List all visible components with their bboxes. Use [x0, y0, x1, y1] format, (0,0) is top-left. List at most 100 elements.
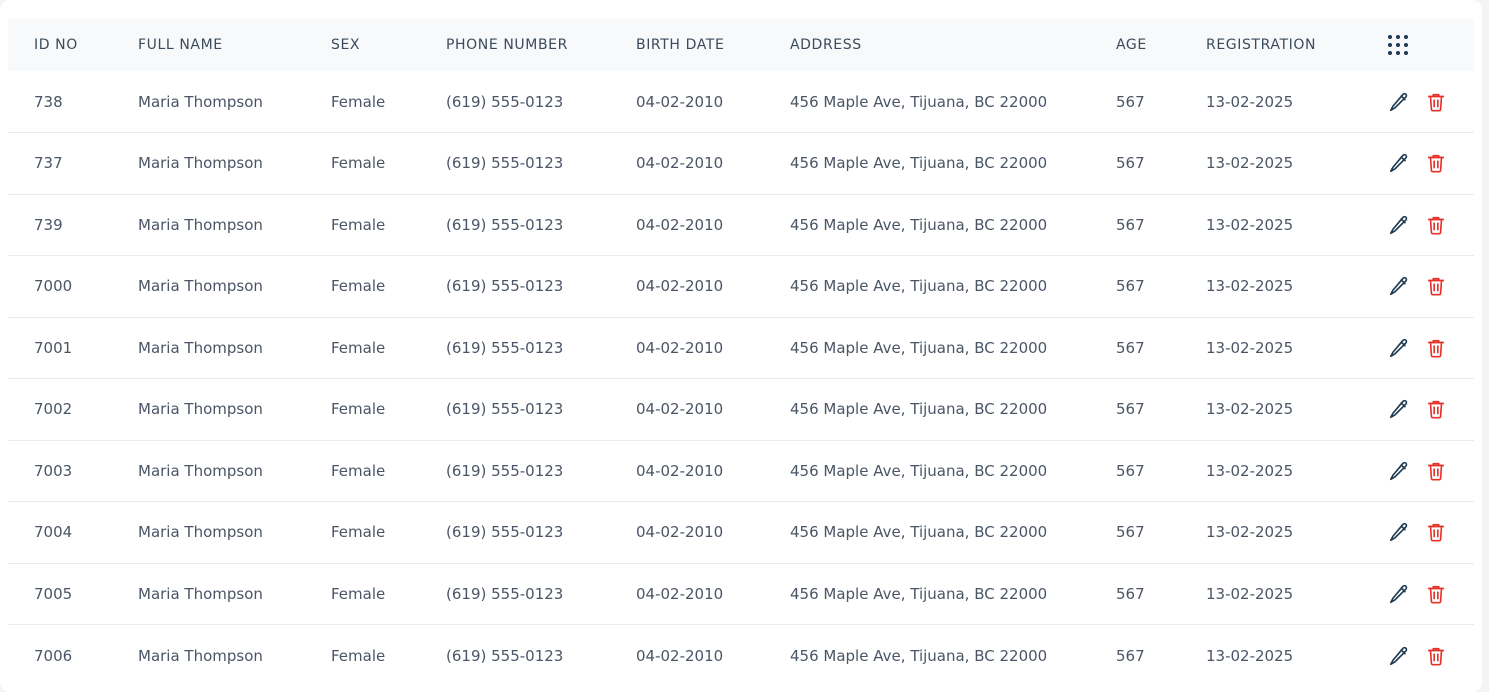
cell-sex: Female [331, 277, 386, 296]
cell-address: 456 Maple Ave, Tijuana, BC 22000 [790, 215, 1048, 234]
pencil-edit-icon[interactable] [1387, 213, 1411, 237]
table-row[interactable]: 7004 Maria Thompson Female (619) 555-012… [8, 502, 1474, 564]
cell-age: 567 [1116, 584, 1145, 603]
table-row[interactable]: 7000 Maria Thompson Female (619) 555-012… [8, 256, 1474, 318]
pencil-edit-icon[interactable] [1387, 520, 1411, 544]
cell-phone: (619) 555-0123 [446, 523, 564, 542]
trash-delete-icon[interactable] [1424, 213, 1448, 237]
cell-actions [1387, 440, 1474, 502]
cell-registration: 13-02-2025 [1206, 92, 1294, 111]
cell-full-name: Maria Thompson [138, 277, 263, 296]
cell-actions [1387, 256, 1474, 318]
cell-actions [1387, 379, 1474, 441]
cell-age: 567 [1116, 277, 1145, 296]
cell-registration: 13-02-2025 [1206, 338, 1294, 357]
cell-age: 567 [1116, 523, 1145, 542]
table-row[interactable]: 7005 Maria Thompson Female (619) 555-012… [8, 563, 1474, 625]
cell-actions [1387, 71, 1474, 133]
cell-address: 456 Maple Ave, Tijuana, BC 22000 [790, 584, 1048, 603]
cell-registration: 13-02-2025 [1206, 461, 1294, 480]
cell-phone: (619) 555-0123 [446, 277, 564, 296]
cell-id: 7006 [34, 646, 73, 665]
cell-id: 7003 [34, 461, 73, 480]
header-birth-date[interactable]: BIRTH DATE [636, 18, 790, 71]
header-registration[interactable]: REGISTRATION [1206, 18, 1387, 71]
pencil-edit-icon[interactable] [1387, 151, 1411, 175]
trash-delete-icon[interactable] [1424, 397, 1448, 421]
cell-address: 456 Maple Ave, Tijuana, BC 22000 [790, 338, 1048, 357]
cell-full-name: Maria Thompson [138, 154, 263, 173]
cell-full-name: Maria Thompson [138, 215, 263, 234]
cell-address: 456 Maple Ave, Tijuana, BC 22000 [790, 92, 1048, 111]
header-full-name[interactable]: FULL NAME [138, 18, 331, 71]
table-header-row: ID NO FULL NAME SEX PHONE NUMBER BIRTH D… [8, 18, 1474, 71]
cell-full-name: Maria Thompson [138, 646, 263, 665]
cell-full-name: Maria Thompson [138, 461, 263, 480]
cell-phone: (619) 555-0123 [446, 584, 564, 603]
header-sex[interactable]: SEX [331, 18, 446, 71]
table-row[interactable]: 7006 Maria Thompson Female (619) 555-012… [8, 625, 1474, 687]
header-column-settings [1387, 18, 1474, 71]
pencil-edit-icon[interactable] [1387, 582, 1411, 606]
cell-actions [1387, 563, 1474, 625]
cell-phone: (619) 555-0123 [446, 400, 564, 419]
cell-sex: Female [331, 400, 386, 419]
cell-birth-date: 04-02-2010 [636, 523, 724, 542]
cell-id: 7002 [34, 400, 73, 419]
cell-age: 567 [1116, 92, 1145, 111]
pencil-edit-icon[interactable] [1387, 336, 1411, 360]
pencil-edit-icon[interactable] [1387, 459, 1411, 483]
cell-registration: 13-02-2025 [1206, 215, 1294, 234]
cell-actions [1387, 502, 1474, 564]
trash-delete-icon[interactable] [1424, 520, 1448, 544]
cell-age: 567 [1116, 461, 1145, 480]
cell-id: 7004 [34, 523, 73, 542]
trash-delete-icon[interactable] [1424, 459, 1448, 483]
cell-actions [1387, 194, 1474, 256]
cell-age: 567 [1116, 215, 1145, 234]
cell-birth-date: 04-02-2010 [636, 461, 724, 480]
header-address[interactable]: ADDRESS [790, 18, 1116, 71]
table-row[interactable]: 7001 Maria Thompson Female (619) 555-012… [8, 317, 1474, 379]
table-row[interactable]: 739 Maria Thompson Female (619) 555-0123… [8, 194, 1474, 256]
cell-birth-date: 04-02-2010 [636, 277, 724, 296]
cell-id: 7001 [34, 338, 73, 357]
trash-delete-icon[interactable] [1424, 582, 1448, 606]
cell-age: 567 [1116, 154, 1145, 173]
table-row[interactable]: 7003 Maria Thompson Female (619) 555-012… [8, 440, 1474, 502]
trash-delete-icon[interactable] [1424, 151, 1448, 175]
trash-delete-icon[interactable] [1424, 644, 1448, 668]
table-row[interactable]: 738 Maria Thompson Female (619) 555-0123… [8, 71, 1474, 133]
cell-address: 456 Maple Ave, Tijuana, BC 22000 [790, 461, 1048, 480]
header-age[interactable]: AGE [1116, 18, 1206, 71]
cell-full-name: Maria Thompson [138, 523, 263, 542]
cell-phone: (619) 555-0123 [446, 215, 564, 234]
cell-birth-date: 04-02-2010 [636, 154, 724, 173]
pencil-edit-icon[interactable] [1387, 397, 1411, 421]
cell-actions [1387, 625, 1474, 687]
pencil-edit-icon[interactable] [1387, 90, 1411, 114]
table-row[interactable]: 737 Maria Thompson Female (619) 555-0123… [8, 133, 1474, 195]
trash-delete-icon[interactable] [1424, 336, 1448, 360]
dots-grid-icon[interactable] [1387, 34, 1409, 56]
cell-address: 456 Maple Ave, Tijuana, BC 22000 [790, 154, 1048, 173]
cell-full-name: Maria Thompson [138, 92, 263, 111]
pencil-edit-icon[interactable] [1387, 644, 1411, 668]
cell-sex: Female [331, 338, 386, 357]
cell-birth-date: 04-02-2010 [636, 92, 724, 111]
pencil-edit-icon[interactable] [1387, 274, 1411, 298]
cell-address: 456 Maple Ave, Tijuana, BC 22000 [790, 277, 1048, 296]
cell-sex: Female [331, 584, 386, 603]
trash-delete-icon[interactable] [1424, 274, 1448, 298]
table-row[interactable]: 7002 Maria Thompson Female (619) 555-012… [8, 379, 1474, 441]
header-phone-number[interactable]: PHONE NUMBER [446, 18, 636, 71]
header-id-no[interactable]: ID NO [8, 18, 138, 71]
cell-age: 567 [1116, 646, 1145, 665]
cell-full-name: Maria Thompson [138, 400, 263, 419]
cell-registration: 13-02-2025 [1206, 646, 1294, 665]
trash-delete-icon[interactable] [1424, 90, 1448, 114]
cell-address: 456 Maple Ave, Tijuana, BC 22000 [790, 400, 1048, 419]
cell-birth-date: 04-02-2010 [636, 215, 724, 234]
cell-actions [1387, 133, 1474, 195]
cell-birth-date: 04-02-2010 [636, 400, 724, 419]
